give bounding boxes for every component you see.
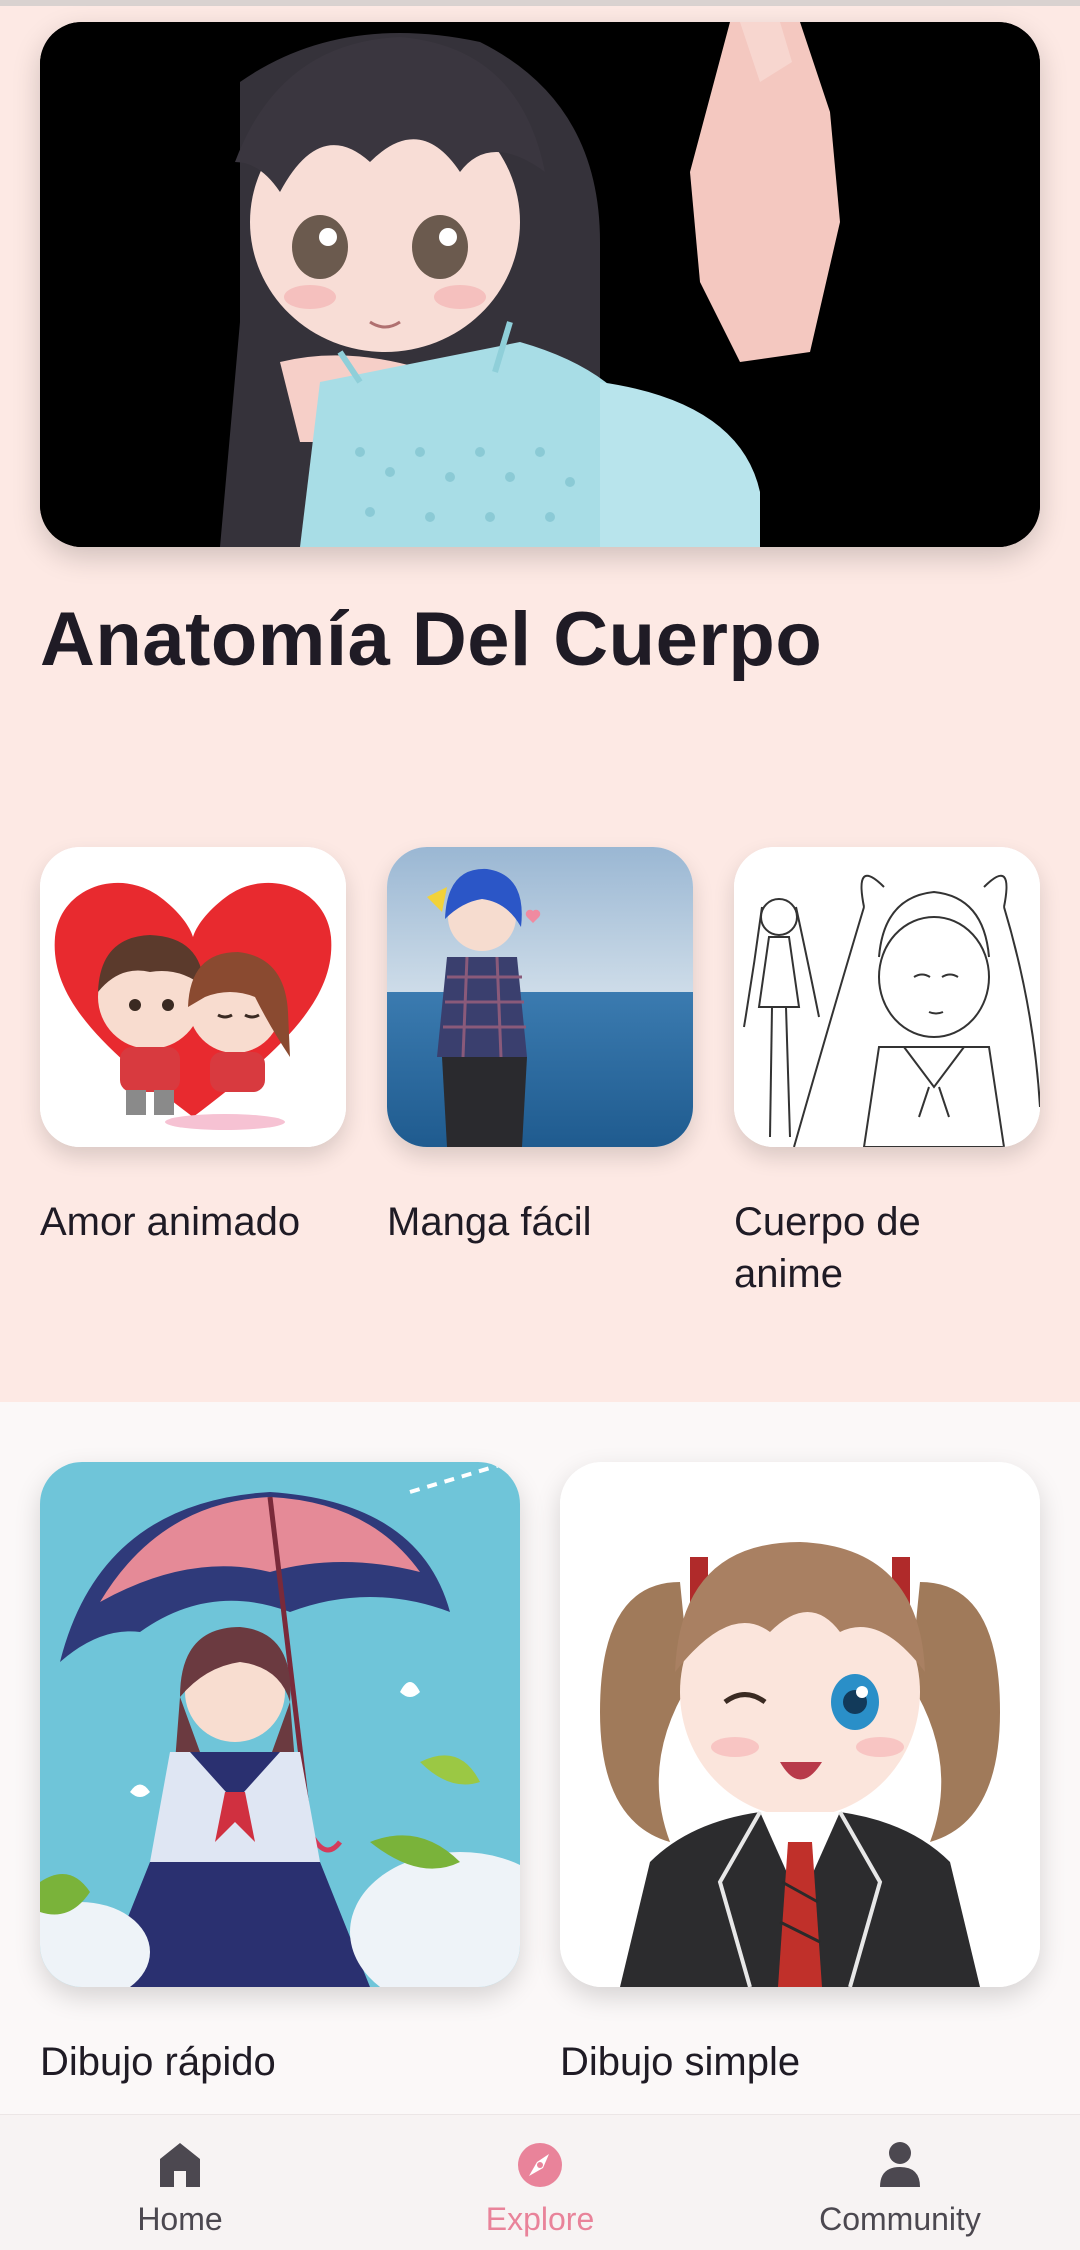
- category-label-amor-animado: Amor animado: [40, 1200, 301, 1244]
- category-label-manga-facil: Manga fácil: [387, 1200, 592, 1244]
- hero-illustration: [40, 22, 1040, 547]
- nav-item-home[interactable]: Home: [60, 2115, 300, 2250]
- nav-item-community[interactable]: Community: [780, 2115, 1020, 2250]
- chibi-couple-illustration: [40, 847, 346, 1147]
- compass-icon: [518, 2143, 562, 2187]
- nav-label-home: Home: [137, 2201, 223, 2237]
- winking-girl-illustration: [560, 1462, 1040, 1987]
- person-icon: [880, 2142, 920, 2187]
- featured-card-dibujo-simple[interactable]: [560, 1462, 1040, 1987]
- category-card-cuerpo-de-anime[interactable]: [734, 847, 1040, 1147]
- nav-label-community: Community: [819, 2201, 981, 2237]
- featured-label-dibujo-simple: Dibujo simple: [560, 2040, 801, 2084]
- hero-banner[interactable]: [40, 22, 1040, 547]
- bottom-navigation: Home Explore Community: [0, 2114, 1080, 2250]
- manga-girl-sea-illustration: [387, 847, 693, 1147]
- nav-item-explore[interactable]: Explore: [420, 2115, 660, 2250]
- category-card-amor-animado[interactable]: [40, 847, 346, 1147]
- nav-label-explore: Explore: [485, 2201, 595, 2237]
- category-label-cuerpo-de-anime: Cuerpo de anime: [734, 1200, 921, 1296]
- section-title: Anatomía Del Cuerpo: [40, 597, 823, 682]
- umbrella-girl-illustration: [40, 1462, 520, 1987]
- category-card-manga-facil[interactable]: [387, 847, 693, 1147]
- home-icon: [160, 2143, 200, 2187]
- featured-label-dibujo-rapido: Dibujo rápido: [40, 2040, 276, 2084]
- featured-card-dibujo-rapido[interactable]: [40, 1462, 520, 1987]
- anime-line-art-illustration: [734, 847, 1040, 1147]
